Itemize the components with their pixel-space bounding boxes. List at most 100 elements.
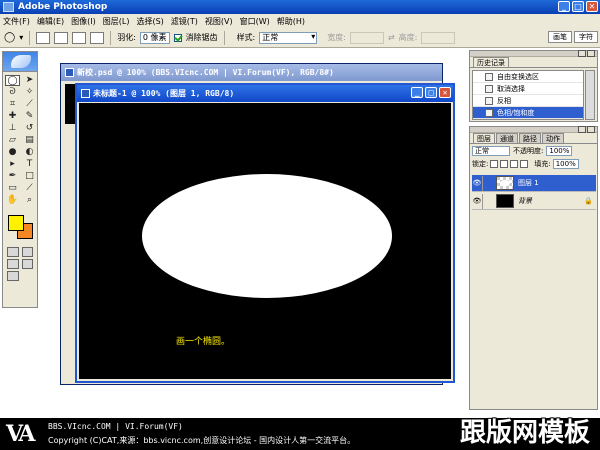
lock-position-icon[interactable]	[510, 159, 519, 168]
tab-actions[interactable]: 动作	[542, 133, 564, 143]
lock-all-icon[interactable]	[520, 159, 529, 168]
gradient-tool-icon[interactable]: ▤	[22, 135, 37, 146]
tab-history[interactable]: 历史记录	[473, 57, 509, 67]
palette-tab-brushes[interactable]: 画笔	[548, 31, 572, 43]
path-selection-tool-icon[interactable]: ▸	[5, 159, 20, 170]
panel-minimize-icon[interactable]	[578, 50, 586, 57]
height-input	[421, 31, 456, 44]
history-item[interactable]: 反相	[473, 95, 583, 107]
history-item-selected[interactable]: 色相/饱和度	[473, 107, 583, 119]
pen-tool-icon[interactable]: ✒	[5, 171, 20, 182]
swap-dimensions-icon: ⇄	[387, 33, 395, 42]
add-selection-icon[interactable]	[54, 31, 69, 44]
menu-file[interactable]: 文件(F)	[3, 16, 30, 27]
document-canvas[interactable]: 画一个椭圆。	[79, 103, 451, 379]
antialias-checkbox[interactable]	[173, 33, 182, 42]
panel-close-icon[interactable]	[587, 126, 595, 133]
width-label: 宽度:	[327, 33, 346, 42]
doc-minimize-button[interactable]: _	[411, 87, 423, 98]
blur-tool-icon[interactable]: ●	[5, 147, 20, 158]
doc-maximize-button[interactable]: □	[425, 87, 437, 98]
quick-mask-mode-icon[interactable]	[21, 247, 33, 257]
mask-mode-row	[3, 247, 37, 257]
lock-transparency-icon[interactable]	[490, 159, 499, 168]
jump-row	[3, 271, 37, 281]
history-item[interactable]: 取消选择	[473, 83, 583, 95]
crop-tool-icon[interactable]: ⌗	[5, 99, 20, 110]
notes-tool-icon[interactable]: ▭	[5, 183, 20, 194]
tab-paths[interactable]: 路径	[519, 133, 541, 143]
link-icon[interactable]	[482, 193, 492, 209]
maximize-button[interactable]: □	[572, 1, 584, 12]
menu-image[interactable]: 图像(I)	[71, 16, 96, 27]
lock-image-icon[interactable]	[500, 159, 509, 168]
menu-view[interactable]: 视图(V)	[205, 16, 233, 27]
app-window-controls: _ □ ✕	[558, 1, 598, 12]
clone-stamp-tool-icon[interactable]: ⊥	[5, 123, 20, 134]
document-window-front[interactable]: 未标题-1 @ 100% (图层 1, RGB/8) _ □ ✕ 画一个椭圆。	[75, 83, 455, 383]
close-button[interactable]: ✕	[586, 1, 598, 12]
eye-icon[interactable]: 👁	[472, 197, 482, 205]
history-item[interactable]: 自由变换选区	[473, 71, 583, 83]
document-front-titlebar[interactable]: 未标题-1 @ 100% (图层 1, RGB/8) _ □ ✕	[77, 85, 453, 102]
fill-input[interactable]: 100%	[552, 158, 579, 169]
minimize-button[interactable]: _	[558, 1, 570, 12]
eyedropper-tool-icon[interactable]: ⟋	[22, 183, 37, 194]
menu-select[interactable]: 选择(S)	[136, 16, 163, 27]
layer-row-layer1[interactable]: 👁 图层 1	[472, 175, 596, 192]
lasso-tool-icon[interactable]: ᘐ	[5, 87, 20, 98]
hand-tool-icon[interactable]: ✋	[5, 195, 20, 206]
tool-grid: ◯ ➤ ᘐ ✧ ⌗ ⟋ ✚ ✎ ⊥ ↺ ▱ ▤ ● ◐ ▸ T ✒ □ ▭ ⟋ …	[3, 72, 37, 209]
panel-grip[interactable]	[470, 50, 597, 57]
brush-tool-icon[interactable]: ✎	[22, 111, 37, 122]
feather-input[interactable]: 0 像素	[139, 31, 170, 44]
palette-tab-character[interactable]: 字符	[574, 31, 598, 43]
magic-wand-tool-icon[interactable]: ✧	[22, 87, 37, 98]
panel-minimize-icon[interactable]	[578, 126, 586, 133]
menu-window[interactable]: 窗口(W)	[240, 16, 270, 27]
history-scrollbar[interactable]	[585, 70, 595, 120]
adobe-feather-icon[interactable]	[11, 55, 31, 68]
document-back-titlebar[interactable]: 新校.psd @ 100% (BBS.VIcnc.COM | VI.Forum(…	[61, 64, 442, 81]
menu-help[interactable]: 帮助(H)	[277, 16, 305, 27]
ellipse-marquee-preset-icon[interactable]: ◯	[4, 32, 15, 43]
healing-brush-tool-icon[interactable]: ✚	[5, 111, 20, 122]
panel-close-icon[interactable]	[587, 50, 595, 57]
style-select[interactable]: 正常	[259, 31, 318, 44]
layer-row-background[interactable]: 👁 背景 🔒	[472, 193, 596, 210]
slice-tool-icon[interactable]: ⟋	[22, 99, 37, 110]
lock-label: 锁定:	[472, 159, 489, 168]
zoom-tool-icon[interactable]: ⌕	[22, 195, 37, 206]
intersect-selection-icon[interactable]	[90, 31, 105, 44]
blend-mode-select[interactable]: 正常	[472, 145, 510, 156]
subtract-selection-icon[interactable]	[72, 31, 87, 44]
menu-edit[interactable]: 编辑(E)	[37, 16, 64, 27]
jump-to-imageready-icon[interactable]	[7, 271, 19, 281]
full-screen-icon[interactable]	[21, 259, 33, 269]
eraser-tool-icon[interactable]: ▱	[5, 135, 20, 146]
panel-grip[interactable]	[470, 126, 597, 133]
eye-icon[interactable]: 👁	[472, 179, 482, 187]
elliptical-marquee-tool-icon[interactable]: ◯	[5, 75, 20, 86]
dodge-tool-icon[interactable]: ◐	[22, 147, 37, 158]
menu-layer[interactable]: 图层(L)	[103, 16, 130, 27]
brush-link-icon[interactable]	[482, 175, 492, 191]
move-tool-icon[interactable]: ➤	[22, 75, 37, 86]
standard-mode-icon[interactable]	[7, 247, 19, 257]
standard-screen-icon[interactable]	[7, 259, 19, 269]
history-brush-tool-icon[interactable]: ↺	[22, 123, 37, 134]
foreground-color-swatch[interactable]	[8, 215, 24, 231]
preset-dropdown-icon[interactable]: ▾	[19, 33, 23, 42]
layer-thumbnail	[496, 194, 514, 208]
palette-well: 画笔 字符	[548, 31, 598, 43]
tab-channels[interactable]: 通道	[496, 133, 518, 143]
doc-close-button[interactable]: ✕	[439, 87, 451, 98]
tab-layers[interactable]: 图层	[473, 133, 495, 143]
menu-filter[interactable]: 滤镜(T)	[171, 16, 198, 27]
shape-tool-icon[interactable]: □	[22, 171, 37, 182]
opacity-input[interactable]: 100%	[546, 145, 573, 156]
vf-logo: VA	[6, 421, 35, 447]
panel-controls	[578, 50, 595, 57]
type-tool-icon[interactable]: T	[22, 159, 37, 170]
new-selection-icon[interactable]	[36, 31, 51, 44]
